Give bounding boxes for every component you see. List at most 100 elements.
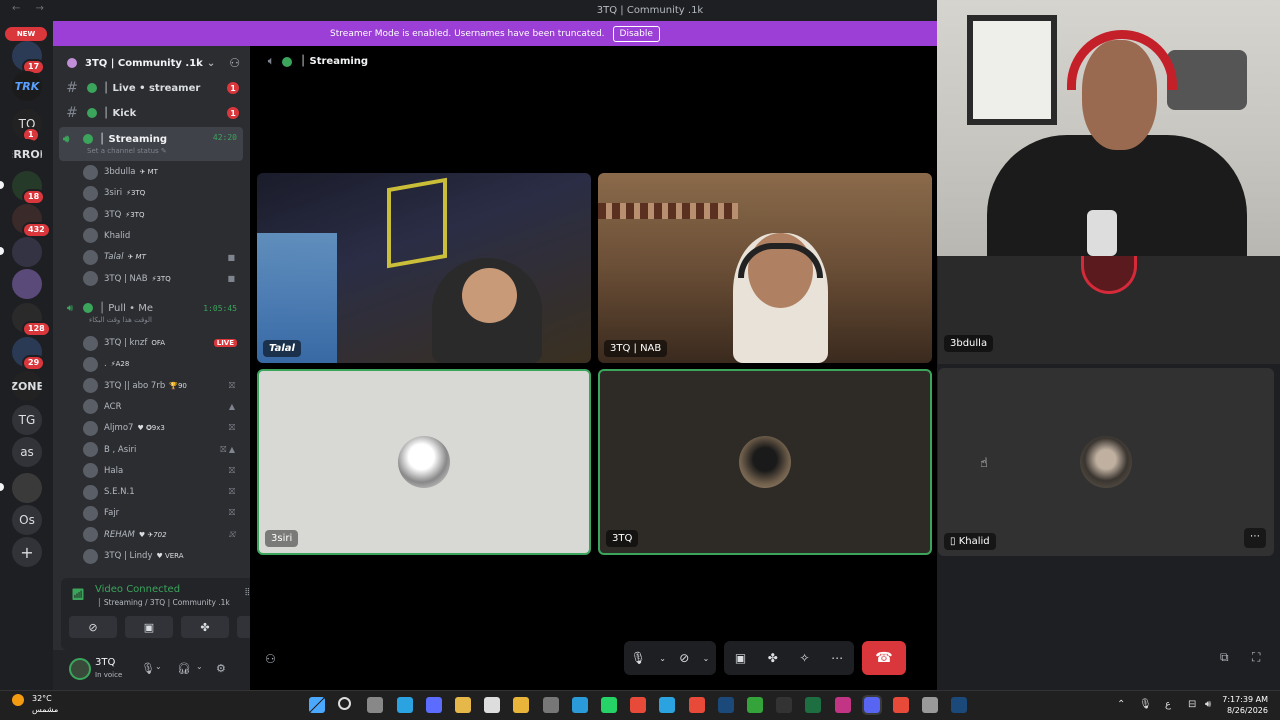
camera-off-icon[interactable]: ⊘ (679, 651, 689, 665)
chevron-down-icon[interactable]: ⌄ (155, 662, 162, 671)
weather-widget[interactable]: 32°C مشمس (12, 694, 58, 714)
disable-button[interactable]: Disable (612, 25, 660, 42)
noise-suppression-icon[interactable]: ⦙⦙ (245, 587, 249, 598)
instagram-icon[interactable] (834, 697, 851, 713)
channel-kick[interactable]: # │ Kick 1 (61, 102, 243, 124)
server-icon[interactable]: TG (12, 405, 42, 435)
screen-share-button[interactable]: ▣ (125, 616, 173, 638)
color-app-icon[interactable] (688, 697, 705, 713)
server-icon[interactable]: + (12, 537, 42, 567)
voice-user[interactable]: REHAM ♥ ✈702 ⛝ (83, 525, 243, 545)
server-icon[interactable]: TRK (12, 71, 42, 101)
user-name[interactable]: 3TQ (95, 657, 115, 668)
edge-icon[interactable] (571, 697, 588, 713)
avatar-tile-3siri[interactable]: 3siri (257, 369, 591, 555)
widgets-icon[interactable] (425, 697, 442, 713)
discord-icon[interactable] (861, 695, 882, 715)
activities-button[interactable]: ✤ (181, 616, 229, 638)
telegram-icon[interactable] (396, 697, 413, 713)
xbox-icon[interactable] (747, 697, 763, 713)
steam-2-icon[interactable] (951, 697, 968, 713)
voice-user[interactable]: Aljmo7 ♥ ✪9x3 ⛝ (83, 418, 243, 438)
voice-user[interactable]: 3TQ ⚡3TQ (83, 205, 243, 225)
whatsapp-icon[interactable] (601, 697, 617, 713)
video-tile-talal[interactable]: Talal (257, 173, 591, 363)
guild-header[interactable]: 3TQ | Community .1k ⌄ ⚇ (53, 46, 250, 80)
channel-status[interactable]: Set a channel status ✎ (87, 147, 243, 155)
voice-user[interactable]: 3TQ | NAB ⚡3TQ ■ (83, 269, 243, 289)
tray-chevron-icon[interactable]: ⌃ (1117, 699, 1125, 710)
voice-user[interactable]: B , Asiri ⛝ ▲ (83, 440, 243, 460)
fullscreen-icon[interactable]: ⛶ (1252, 650, 1260, 665)
network-icon[interactable]: ⊟ (1188, 699, 1196, 710)
voice-user[interactable]: S.E.N.1 ⛝ (83, 482, 243, 502)
channel-live-streamer[interactable]: # │ Live • streamer 1 (61, 77, 243, 99)
avatar[interactable] (69, 658, 91, 680)
start-icon[interactable] (309, 697, 325, 713)
add-member-icon[interactable]: ⚇ (229, 56, 240, 70)
voice-user[interactable]: 3siri ⚡3TQ (83, 183, 243, 203)
notepad-icon[interactable] (484, 697, 501, 713)
server-icon[interactable]: ZONE (12, 371, 42, 401)
video-tile-nab[interactable]: 3TQ | NAB (598, 173, 932, 363)
tray-mic-icon[interactable]: 🎙︎ (1139, 699, 1152, 710)
clock[interactable]: 7:17:39 AM 8/26/2026 (1222, 694, 1268, 716)
soundboard-icon[interactable]: ✧ (799, 651, 809, 665)
excel-icon[interactable] (805, 697, 822, 713)
voice-user[interactable]: Hala ⛝ (83, 461, 243, 481)
popout-icon[interactable]: ⧉ (1220, 650, 1229, 665)
steam-icon[interactable] (717, 697, 734, 713)
disconnect-button[interactable]: ☎ (862, 641, 906, 675)
user-tag: ⚡A28 (110, 360, 130, 369)
server-icon[interactable]: as (12, 437, 42, 467)
voice-user[interactable]: ACR ▲ (83, 397, 243, 417)
epic-icon[interactable] (776, 697, 793, 713)
activities-icon[interactable]: ✤ (768, 651, 778, 665)
voice-user[interactable]: . ⚡A28 (83, 354, 243, 374)
connection-status[interactable]: Video Connected (95, 584, 180, 595)
signal-icon[interactable]: 📶︎ (71, 588, 85, 601)
chrome-2-icon[interactable] (893, 697, 909, 713)
voice-user[interactable]: 3TQ | Lindy ♥ VERA (83, 546, 243, 566)
screen-share-icon[interactable]: ▣ (735, 651, 746, 665)
voice-user[interactable]: 3bdulla ✈ MT (83, 162, 243, 182)
app-icon[interactable] (542, 697, 559, 713)
server-icon[interactable]: Os (12, 505, 42, 535)
server-icon[interactable]: ERROR (12, 139, 42, 169)
telegram-2-icon[interactable] (659, 697, 676, 713)
server-icon[interactable] (12, 269, 42, 299)
chrome-icon[interactable] (630, 697, 647, 713)
camera-toggle-button[interactable]: ⊘ (69, 616, 117, 638)
microphone-icon[interactable]: 🎙︎ (631, 651, 646, 665)
invite-icon[interactable]: ⚇ (265, 652, 276, 666)
settings-gear-icon[interactable]: ⚙ (216, 662, 226, 675)
tile-more-icon[interactable]: ⋯ (1244, 528, 1266, 548)
self-camera-overlay (937, 0, 1280, 256)
microphone-icon[interactable]: 🎙︎ (141, 662, 155, 675)
volume-icon[interactable]: 🔊︎ (1205, 699, 1211, 710)
more-icon[interactable]: ⋯ (831, 651, 843, 665)
headphones-icon[interactable]: 🎧︎ (177, 662, 191, 675)
task-view-icon[interactable] (367, 697, 384, 713)
voice-user[interactable]: Khalid (83, 226, 243, 246)
language-indicator[interactable]: ع (1165, 699, 1171, 710)
voice-user[interactable]: 3TQ || abo 7rb 🏆90 ⛝ (83, 376, 243, 396)
connection-channel[interactable]: │ Streaming / 3TQ | Community .1k (97, 598, 230, 607)
server-icon[interactable] (12, 473, 42, 503)
voice-user[interactable]: Talal ✈ MT ■ (83, 247, 243, 267)
voice-channel-streaming[interactable]: 🔊︎ │ Streaming 42:20 Set a channel statu… (59, 127, 243, 161)
avatar-tile-khalid[interactable]: ▯ Khalid ⋯ ☝ (938, 368, 1274, 556)
voice-user[interactable]: 3TQ | knzf OFA LIVE (83, 333, 243, 353)
video-tile-3bdulla[interactable]: 3bdulla (938, 256, 1280, 364)
avatar-tile-3tq[interactable]: 3TQ (598, 369, 932, 555)
chevron-down-icon[interactable]: ⌄ (196, 662, 203, 671)
voice-channel-pull-me[interactable]: 🔊︎ │ Pull • Me 1:05:45 الوقت هذا وقت الب… (61, 300, 243, 326)
file-explorer-icon[interactable] (513, 697, 530, 713)
app-2-icon[interactable] (922, 697, 939, 713)
server-icon[interactable] (12, 237, 42, 267)
chevron-down-icon[interactable]: ⌄ (703, 654, 710, 663)
store-icon[interactable] (455, 697, 471, 713)
chevron-down-icon[interactable]: ⌄ (659, 654, 666, 663)
voice-user[interactable]: Fajr ⛝ (83, 503, 243, 523)
search-icon[interactable] (338, 697, 352, 710)
